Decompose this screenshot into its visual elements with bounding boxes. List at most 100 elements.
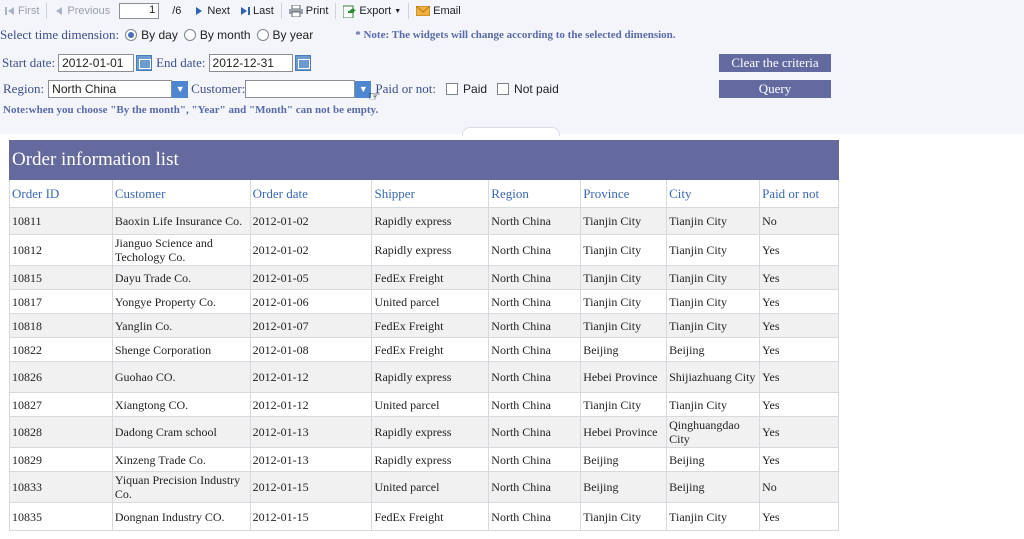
toolbar-divider [280,3,282,19]
table-cell: Hebei Province [580,416,668,448]
col-city[interactable]: City [666,180,761,208]
table-cell: North China [488,416,582,448]
email-button[interactable]: Email [411,2,466,20]
print-button[interactable]: Print [284,2,334,20]
paid-checkbox[interactable] [446,83,459,95]
table-cell: Xinzeng Trade Co. [111,447,251,472]
table-cell: North China [488,289,582,314]
col-order-date[interactable]: Order date [249,180,373,208]
page-number-input[interactable]: 1 [119,3,160,19]
table-row[interactable]: 10818 Yanglin Co. 2012-01-07 FedEx Freight N… [9,313,839,338]
first-page-button[interactable]: First [0,2,44,20]
table-cell: United parcel [371,471,490,503]
table-cell: 2012-01-05 [249,265,373,290]
order-table: Order information list Order ID Customer… [9,140,839,531]
table-cell: FedEx Freight [371,502,490,531]
clear-criteria-button[interactable]: Clear the criteria [719,54,831,72]
table-cell: Yongye Property Co. [111,289,251,314]
by-year-radio[interactable] [256,29,269,41]
table-cell: North China [488,502,582,531]
region-chevron-down-icon[interactable]: ▼ [172,80,189,98]
table-cell: North China [488,265,582,290]
end-date-input[interactable]: 2012-12-31 [208,54,293,72]
col-customer[interactable]: Customer [111,180,251,208]
end-date-label: End date: [156,55,206,70]
last-page-icon [241,7,250,15]
table-cell: 2012-01-07 [249,313,373,338]
table-row[interactable]: 10826 Guohao CO. 2012-01-12 Rapidly express… [9,361,839,393]
table-row[interactable]: 10812 Jianguo Science and Techology Co. 20… [9,234,839,266]
table-cell: Dongnan Industry CO. [111,502,251,531]
col-region[interactable]: Region [488,180,582,208]
table-cell: Beijing [666,337,761,362]
table-cell: Tianjin City [580,392,668,417]
table-cell: No [759,471,839,503]
table-row[interactable]: 10815 Dayu Trade Co. 2012-01-05 FedEx Freig… [9,265,839,290]
previous-page-button[interactable]: Previous [49,2,115,20]
table-cell: North China [488,361,582,393]
table-cell: Jianguo Science and Techology Co. [111,234,251,266]
query-button[interactable]: Query [719,80,831,98]
first-page-icon [5,7,14,15]
col-province[interactable]: Province [580,180,668,208]
filter-row: Region: North China ▼ Customer: ▼ Paid o… [0,80,559,98]
time-dimension-note: * Note: The widgets will change accordin… [355,29,676,41]
customer-select[interactable] [245,80,356,98]
table-cell: North China [488,337,582,362]
start-date-input[interactable]: 2012-01-01 [58,54,135,72]
table-row[interactable]: 10835 Dongnan Industry CO. 2012-01-15 FedEx… [9,502,839,531]
by-day-label: By day [141,28,178,42]
table-cell: Yes [759,361,839,393]
table-row[interactable]: 10822 Shenge Corporation 2012-01-08 FedEx F… [9,337,839,362]
table-cell: 10822 [9,337,113,362]
table-cell: Tianjin City [580,265,668,290]
table-cell: Rapidly express [371,361,490,393]
col-shipper[interactable]: Shipper [371,180,490,208]
table-cell: 10818 [9,313,113,338]
col-order-id[interactable]: Order ID [9,180,113,208]
table-cell: Tianjin City [580,313,668,338]
region-select[interactable]: North China [48,80,173,98]
next-page-icon [196,7,203,15]
col-paid[interactable]: Paid or not [759,180,839,208]
table-cell: Beijing [666,471,761,503]
last-page-button[interactable]: Last [235,2,279,20]
table-row[interactable]: 10829 Xinzeng Trade Co. 2012-01-13 Rapidly … [9,447,839,472]
table-row[interactable]: 10811 Baoxin Life Insurance Co. 2012-01-02… [9,207,839,235]
table-cell: 2012-01-08 [249,337,373,362]
table-cell: Beijing [580,337,668,362]
table-cell: Tianjin City [580,289,668,314]
export-button[interactable]: Export ▼ [338,2,406,20]
table-cell: 10826 [9,361,113,393]
table-cell: Shijiazhuang City [666,361,761,393]
next-page-label: Next [207,5,230,17]
table-row[interactable]: 10817 Yongye Property Co. 2012-01-06 United… [9,289,839,314]
end-calendar-icon[interactable] [294,55,311,71]
table-cell: Beijing [580,447,668,472]
printer-icon [288,5,303,17]
table-cell: 10833 [9,471,113,503]
not-paid-checkbox[interactable] [497,83,510,95]
table-row[interactable]: 10828 Dadong Cram school 2012-01-13 Rapidly… [9,416,839,448]
table-cell: 2012-01-15 [249,471,373,503]
start-calendar-icon[interactable] [136,55,153,71]
table-cell: 2012-01-12 [249,361,373,393]
next-page-button[interactable]: Next [189,2,235,20]
collapse-handle[interactable] [462,127,560,136]
table-cell: Tianjin City [580,234,668,266]
table-row[interactable]: 10833 Yiquan Precision Industry Co. 2012-0… [9,471,839,503]
toolbar-divider [335,3,337,19]
page-total: /6 [172,5,182,17]
table-cell: Tianjin City [666,289,761,314]
table-row[interactable]: 10827 Xiangtong CO. 2012-01-12 United parce… [9,392,839,417]
by-day-radio[interactable] [125,29,138,41]
table-cell: Yes [759,392,839,417]
table-cell: Yes [759,234,839,266]
table-cell: Qinghuangdao City [666,416,761,448]
table-cell: 2012-01-15 [249,502,373,531]
table-cell: Yes [759,289,839,314]
table-title: Order information list [9,140,839,180]
toolbar-divider [408,3,410,19]
by-year-label: By year [272,28,314,42]
by-month-radio[interactable] [183,29,196,41]
